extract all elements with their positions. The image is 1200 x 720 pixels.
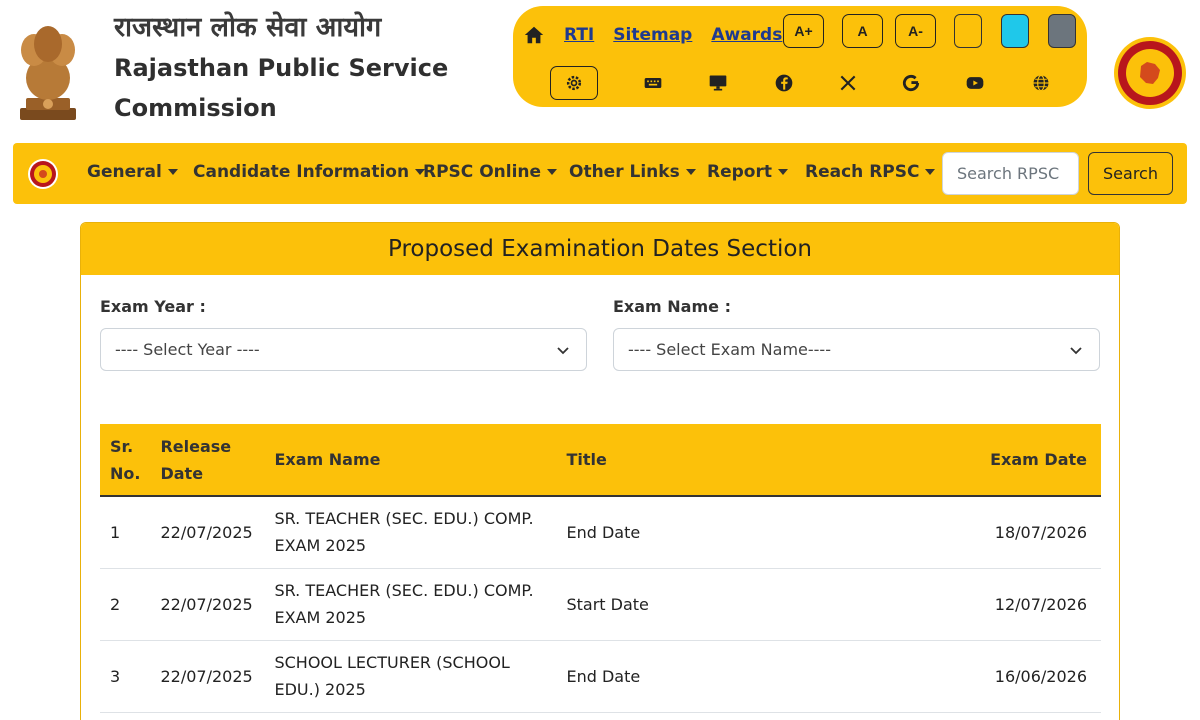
cell-exam-date: 12/07/2026 <box>994 594 1087 614</box>
font-increase-button[interactable]: A+ <box>783 14 824 48</box>
font-decrease-button[interactable]: A- <box>895 14 936 48</box>
sitemap-link[interactable]: Sitemap <box>613 25 692 45</box>
col-release-date: Release Date <box>160 436 232 483</box>
exam-dates-card: Proposed Examination Dates Section Exam … <box>80 222 1120 720</box>
nav-reach-rpsc[interactable]: Reach RPSC <box>805 162 936 182</box>
table-header-row: Sr. No. Release Date Exam Name Title Exa… <box>100 424 1101 496</box>
cell-exam-date: 16/06/2026 <box>994 666 1087 686</box>
nav-rpsc-online[interactable]: RPSC Online <box>423 162 558 182</box>
rpsc-nav-logo[interactable] <box>27 158 59 190</box>
cell-release-date: 22/07/2025 <box>160 594 253 614</box>
cell-title: End Date <box>566 666 641 686</box>
cell-sr: 2 <box>110 594 121 614</box>
caret-down-icon <box>777 169 788 175</box>
utility-panel: RTI Sitemap Awards A+ A A- <box>513 6 1087 107</box>
x-icon[interactable] <box>837 72 859 94</box>
col-exam-name: Exam Name <box>274 450 381 469</box>
main-navbar: General Candidate Information RPSC Onlin… <box>13 143 1187 204</box>
chevron-down-icon <box>557 347 569 355</box>
gear-icon <box>566 75 582 91</box>
cell-sr: 1 <box>110 522 121 542</box>
settings-button[interactable] <box>550 66 598 100</box>
cell-release-date: 22/07/2025 <box>160 666 253 686</box>
exam-name-value: ---- Select Exam Name---- <box>628 340 831 359</box>
national-emblem-logo <box>20 26 76 120</box>
rpsc-seal-logo <box>1114 37 1186 109</box>
cell-exam-name: SR. TEACHER (SEC. EDU.) COMP. EXAM 2025 <box>274 581 534 627</box>
theme-cyan-swatch[interactable] <box>1001 14 1029 48</box>
exam-dates-table: Sr. No. Release Date Exam Name Title Exa… <box>100 424 1101 713</box>
exam-year-value: ---- Select Year ---- <box>115 340 260 359</box>
nav-candidate-information[interactable]: Candidate Information <box>193 162 426 182</box>
section-title: Proposed Examination Dates Section <box>81 223 1119 275</box>
nav-other-links[interactable]: Other Links <box>569 162 696 182</box>
font-normal-button[interactable]: A <box>842 14 883 48</box>
org-name-english: Rajasthan Public Service Commission <box>114 54 449 122</box>
caret-down-icon <box>547 169 558 175</box>
col-title: Title <box>566 450 607 469</box>
cell-title: End Date <box>566 522 641 542</box>
keyboard-icon[interactable] <box>642 72 664 94</box>
exam-name-label: Exam Name : <box>613 297 731 316</box>
theme-yellow-swatch[interactable] <box>954 14 982 48</box>
caret-down-icon <box>685 169 696 175</box>
theme-gray-swatch[interactable] <box>1048 14 1076 48</box>
chevron-down-icon <box>1070 347 1082 355</box>
table-row: 1 22/07/2025 SR. TEACHER (SEC. EDU.) COM… <box>100 496 1101 568</box>
nav-general[interactable]: General <box>87 162 178 182</box>
exam-name-select[interactable]: ---- Select Exam Name---- <box>613 328 1100 371</box>
cell-exam-name: SCHOOL LECTURER (SCHOOL EDU.) 2025 <box>274 653 510 699</box>
awards-link[interactable]: Awards <box>711 25 782 45</box>
cell-exam-name: SR. TEACHER (SEC. EDU.) COMP. EXAM 2025 <box>274 509 534 556</box>
cell-release-date: 22/07/2025 <box>160 522 253 542</box>
google-icon[interactable] <box>900 72 922 94</box>
caret-down-icon <box>925 169 936 175</box>
caret-down-icon <box>167 169 178 175</box>
rti-link[interactable]: RTI <box>564 25 594 45</box>
org-name-hindi: राजस्थान लोक सेवा आयोग <box>114 12 382 43</box>
col-exam-date: Exam Date <box>990 450 1087 469</box>
cell-sr: 3 <box>110 666 121 686</box>
youtube-icon[interactable] <box>964 72 986 94</box>
nav-report[interactable]: Report <box>707 162 788 182</box>
globe-icon[interactable] <box>1030 72 1052 94</box>
monitor-icon[interactable] <box>707 72 729 94</box>
search-input[interactable] <box>942 152 1079 195</box>
home-icon[interactable] <box>523 24 545 46</box>
search-button[interactable]: Search <box>1088 152 1173 195</box>
table-row: 2 22/07/2025 SR. TEACHER (SEC. EDU.) COM… <box>100 568 1101 640</box>
table-row: 3 22/07/2025 SCHOOL LECTURER (SCHOOL EDU… <box>100 640 1101 712</box>
exam-year-label: Exam Year : <box>100 297 206 316</box>
facebook-icon[interactable] <box>773 72 795 94</box>
cell-title: Start Date <box>566 594 649 614</box>
exam-year-select[interactable]: ---- Select Year ---- <box>100 328 587 371</box>
cell-exam-date: 18/07/2026 <box>994 522 1087 542</box>
col-sr-no: Sr. No. <box>110 436 141 483</box>
